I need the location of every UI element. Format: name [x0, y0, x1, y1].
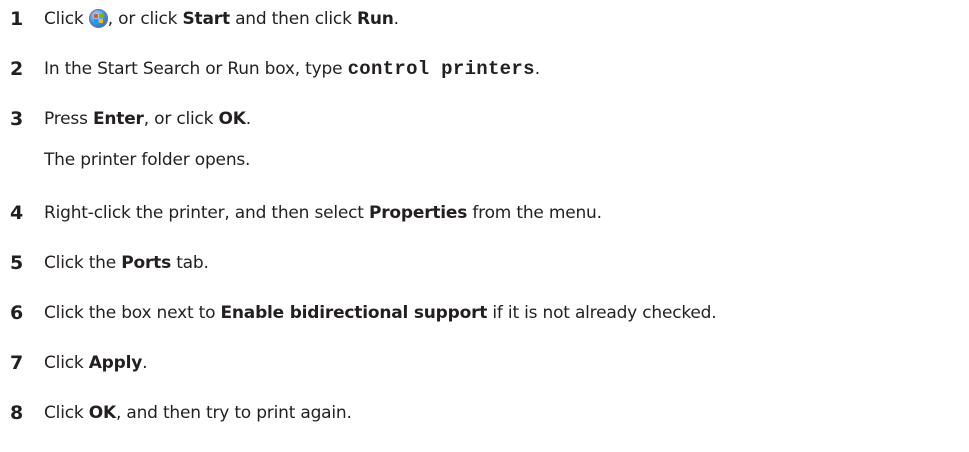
- step-number: 7: [10, 352, 24, 374]
- step-text: Press Enter, or click OK.: [44, 104, 251, 134]
- step-number: 8: [10, 402, 24, 424]
- bidirectional-support-label: Enable bidirectional support: [220, 303, 488, 323]
- run-label: Run: [356, 9, 394, 29]
- step-text-part: and then click: [229, 9, 357, 29]
- step-number: 3: [10, 108, 24, 130]
- step-text: Click OK, and then try to print again.: [44, 398, 352, 428]
- apply-label: Apply: [88, 353, 143, 373]
- enter-label: Enter: [92, 109, 144, 129]
- step-text-part: , or click: [107, 9, 183, 29]
- step-text-part: Click: [44, 353, 89, 373]
- step-number: 5: [10, 252, 24, 274]
- step-text: Click the box next to Enable bidirection…: [44, 298, 717, 328]
- step-text-part: Press: [44, 109, 93, 129]
- step-text-part: tab.: [171, 253, 209, 273]
- step-text: Click the Ports tab.: [44, 248, 209, 278]
- ok-label: OK: [88, 403, 116, 423]
- step-text-part: Click the box next to: [44, 303, 221, 323]
- windows-start-orb-icon: [88, 9, 108, 28]
- step-text: Click Apply.: [44, 348, 148, 378]
- step-text-part: Click: [44, 9, 89, 29]
- step-text: Right-click the printer, and then select…: [44, 198, 602, 228]
- ok-label: OK: [218, 109, 246, 129]
- step-text-part: .: [393, 9, 399, 29]
- step-text-part: In the Start Search or Run box, type: [44, 59, 348, 79]
- step-text-part: Right-click the printer, and then select: [44, 203, 369, 223]
- step-text-part: .: [245, 109, 251, 129]
- step-number: 1: [10, 8, 24, 30]
- step-text-part: , or click: [143, 109, 219, 129]
- step-text-part: Click the: [44, 253, 122, 273]
- step-number: 4: [10, 202, 24, 224]
- start-label: Start: [182, 9, 231, 29]
- command-text: control printers: [347, 58, 535, 80]
- step-text-part: , and then try to print again.: [115, 403, 352, 423]
- step-number: 6: [10, 302, 24, 324]
- properties-label: Properties: [368, 203, 468, 223]
- step-text-part: Click: [44, 403, 89, 423]
- step-text-part: .: [534, 59, 541, 79]
- step-text-part: .: [142, 353, 148, 373]
- ports-label: Ports: [121, 253, 171, 273]
- step-text-part: from the menu.: [467, 203, 602, 223]
- step-text: Click , or click Start and then click Ru…: [44, 4, 399, 34]
- step-text: In the Start Search or Run box, type con…: [44, 54, 540, 84]
- step-text-part: if it is not already checked.: [487, 303, 717, 323]
- note-text: The printer folder opens.: [44, 150, 251, 170]
- step-number: 2: [10, 58, 24, 80]
